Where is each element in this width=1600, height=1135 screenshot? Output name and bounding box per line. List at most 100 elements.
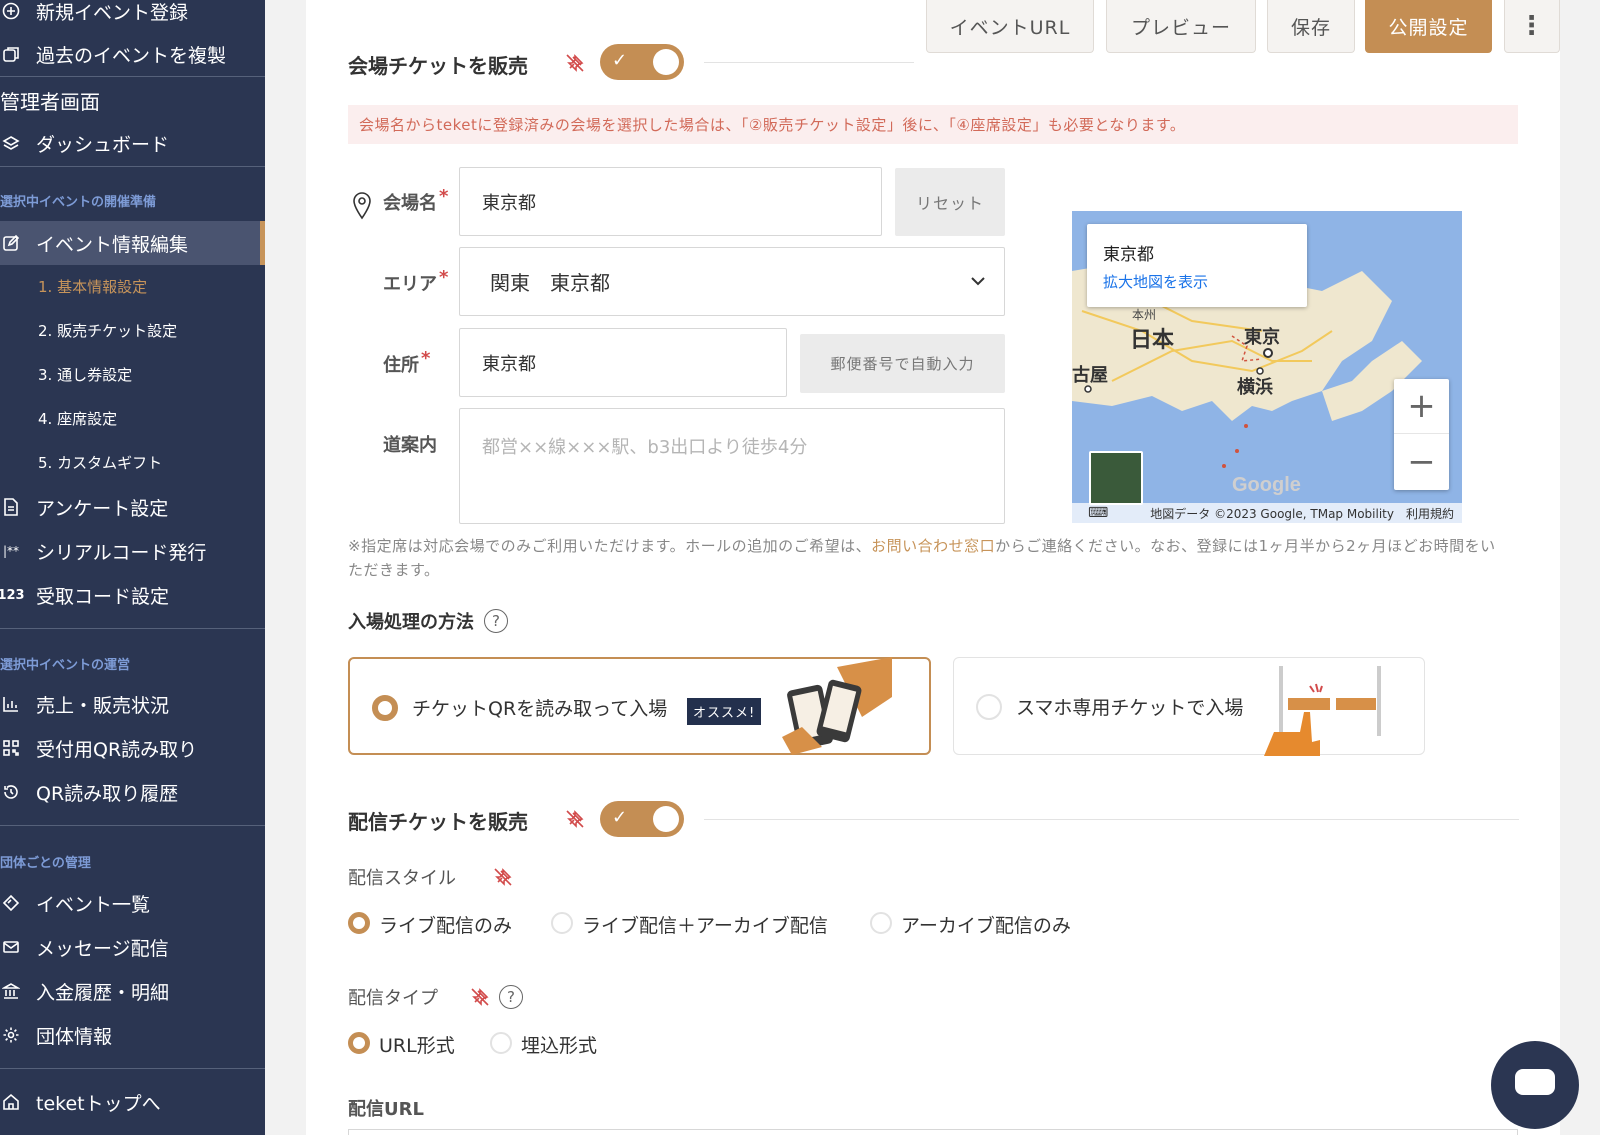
entry-option-smartphone-card[interactable]: スマホ専用チケットで入場: [953, 657, 1425, 756]
stream-type-title: 配信タイプ: [348, 984, 438, 1010]
zoom-out-button[interactable]: −: [1394, 434, 1449, 489]
mail-icon: [0, 939, 22, 955]
zoom-in-button[interactable]: +: [1394, 379, 1449, 434]
type-embed-label: 埋込形式: [521, 1035, 598, 1057]
style-live-only-radio[interactable]: [348, 912, 370, 934]
sidebar-item-event-edit[interactable]: イベント情報編集: [0, 221, 265, 265]
zoom-control: + −: [1394, 379, 1449, 490]
enlarge-map-link[interactable]: 拡大地図を表示: [1103, 271, 1291, 292]
sub-item-custom-gift[interactable]: 5. カスタムギフト: [38, 452, 162, 473]
style-live-archive-radio[interactable]: [551, 912, 573, 934]
sidebar-item-label: イベント情報編集: [36, 233, 189, 256]
stream-section-title: 配信チケットを販売: [348, 810, 528, 834]
chat-widget-button[interactable]: [1491, 1041, 1579, 1129]
sidebar-item-label: QR読み取り履歴: [36, 782, 179, 805]
style-archive-only-radio[interactable]: [870, 912, 892, 934]
sub-item-pass-settings[interactable]: 3. 通し券設定: [38, 364, 132, 385]
directions-textarea[interactable]: 都営××線×××駅、b3出口より徒歩4分: [459, 408, 1005, 524]
sidebar-divider: [0, 1068, 265, 1069]
svg-text:Google: Google: [1232, 474, 1301, 496]
sidebar-item-qr-reader[interactable]: 受付用QR読み取り: [0, 727, 265, 769]
chat-icon: [1515, 1069, 1555, 1095]
svg-text:本州: 本州: [1132, 308, 1156, 322]
svg-text:日本: 日本: [1130, 327, 1174, 352]
entry-method-title: 入場処理の方法 ?: [348, 608, 508, 634]
unpin-icon[interactable]: [492, 866, 514, 888]
sidebar-item-org-info[interactable]: 団体情報: [0, 1014, 265, 1056]
entry-smartphone-radio[interactable]: [976, 694, 1002, 720]
section-heading-ops: 選択中イベントの運営: [0, 658, 131, 673]
sidebar-item-payment-history[interactable]: 入金履歴・明細: [0, 970, 265, 1012]
sidebar-item-survey[interactable]: アンケート設定: [0, 486, 265, 528]
sub-item-basic-info[interactable]: 1. 基本情報設定: [38, 276, 147, 297]
area-label-text: エリア: [383, 274, 437, 295]
directions-label: 道案内: [383, 435, 437, 456]
help-icon[interactable]: ?: [484, 609, 508, 633]
sidebar-item-label: 過去のイベントを複製: [36, 44, 227, 67]
preview-button[interactable]: プレビュー: [1106, 0, 1256, 53]
unpin-icon[interactable]: [564, 52, 586, 74]
stream-sale-toggle[interactable]: ✓: [600, 801, 684, 837]
sidebar-item-label: メッセージ配信: [36, 937, 169, 960]
google-map[interactable]: 本州 日本 東京 古屋 横浜 Google 東京都 拡大地図を表示 + − ⌨ …: [1072, 211, 1462, 523]
sidebar-divider: [0, 166, 265, 167]
unpin-icon[interactable]: [469, 986, 491, 1008]
sidebar-item-serial-code[interactable]: |** シリアルコード発行: [0, 530, 265, 572]
seat-setting-alert: 会場名からteketに登録済みの会場を選択した場合は、「②販売チケット設定」後に…: [348, 105, 1518, 144]
help-icon[interactable]: ?: [499, 985, 523, 1009]
type-url-label: URL形式: [379, 1035, 455, 1057]
satellite-toggle-thumbnail[interactable]: [1089, 451, 1143, 505]
keyboard-icon[interactable]: ⌨: [1088, 505, 1108, 521]
venue-name-input[interactable]: 東京都: [459, 167, 882, 236]
sidebar-item-sales[interactable]: 売上・販売状況: [0, 683, 265, 725]
event-url-button[interactable]: イベントURL: [926, 0, 1094, 53]
sidebar-item-teket-top[interactable]: teketトップへ: [0, 1081, 265, 1123]
sidebar-item-message[interactable]: メッセージ配信: [0, 926, 265, 968]
sidebar-item-event-list[interactable]: イベント一覧: [0, 882, 265, 924]
sidebar-item-label: 受付用QR読み取り: [36, 738, 198, 761]
sidebar-divider: [0, 628, 265, 629]
sub-item-ticket-settings[interactable]: 2. 販売チケット設定: [38, 320, 177, 341]
sidebar-item-new-event[interactable]: 新規イベント登録: [0, 0, 265, 32]
entry-option-qr-card[interactable]: チケットQRを読み取って入場 オススメ!: [348, 657, 931, 755]
unpin-icon[interactable]: [564, 808, 586, 830]
history-icon: [0, 783, 22, 801]
sidebar-item-label: イベント一覧: [36, 893, 151, 916]
copy-icon: [0, 45, 22, 63]
map-data-credit: 地図データ ©2023 Google, TMap Mobility: [1150, 506, 1394, 521]
address-input[interactable]: 東京都: [459, 328, 787, 397]
stream-url-input[interactable]: [348, 1129, 1518, 1135]
publish-settings-button[interactable]: 公開設定: [1365, 0, 1492, 53]
number-code-icon: 123: [0, 587, 25, 603]
svg-text:東京: 東京: [1244, 326, 1280, 347]
sidebar-item-qr-history[interactable]: QR読み取り履歴: [0, 771, 265, 813]
bank-icon: [0, 982, 22, 1000]
reset-button[interactable]: リセット: [895, 168, 1005, 236]
section-divider: [704, 62, 914, 63]
entry-smartphone-label: スマホ専用チケットで入場: [1016, 697, 1244, 719]
venue-section-title: 会場チケットを販売: [348, 54, 528, 78]
sidebar-item-dashboard[interactable]: ダッシュボード: [0, 122, 265, 164]
sidebar-item-label: 新規イベント登録: [36, 1, 189, 24]
type-embed-radio[interactable]: [490, 1032, 512, 1054]
venue-sale-toggle[interactable]: ✓: [600, 44, 684, 80]
type-url-radio[interactable]: [348, 1032, 370, 1054]
contact-link[interactable]: お問い合わせ窓口: [871, 537, 995, 555]
main-content: イベントURL プレビュー 保存 公開設定 ⋮ 会場チケットを販売 ✓ 会場名か…: [306, 0, 1560, 1135]
smartphone-tap-illustration: [1264, 666, 1381, 756]
zip-autofill-button[interactable]: 郵便番号で自動入力: [800, 334, 1005, 393]
ticket-icon: [0, 894, 22, 912]
sub-item-seat-settings[interactable]: 4. 座席設定: [38, 408, 117, 429]
more-menu-button[interactable]: ⋮: [1504, 0, 1560, 53]
sidebar-item-duplicate-event[interactable]: 過去のイベントを複製: [0, 33, 265, 75]
check-icon: ✓: [612, 50, 628, 71]
area-select[interactable]: 関東 東京都: [459, 247, 1005, 316]
save-button[interactable]: 保存: [1267, 0, 1355, 53]
sidebar-item-receive-code[interactable]: 123 受取コード設定: [0, 574, 265, 616]
qr-scan-illustration: [782, 657, 892, 755]
entry-qr-radio[interactable]: [372, 695, 398, 721]
admin-heading: 管理者画面: [0, 90, 100, 114]
style-live-only-label: ライブ配信のみ: [379, 915, 513, 937]
style-archive-only-label: アーカイブ配信のみ: [901, 915, 1071, 937]
map-terms-link[interactable]: 利用規約: [1406, 505, 1454, 522]
